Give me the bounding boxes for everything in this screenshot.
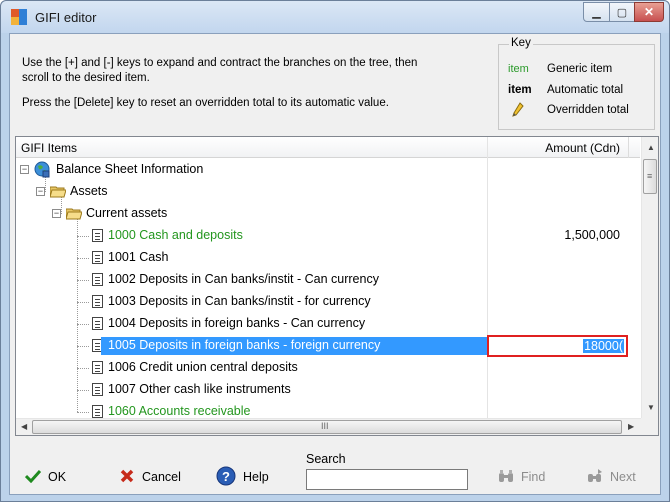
- title-bar: GIFI editor ▁ ▢ ✕: [1, 1, 669, 33]
- document-icon: [92, 361, 103, 374]
- key-label-automatic: Automatic total: [547, 84, 624, 96]
- find-next-icon: [586, 468, 604, 486]
- search-input[interactable]: [306, 469, 468, 490]
- tree-row[interactable]: 1060 Accounts receivable: [16, 401, 640, 419]
- next-label: Next: [610, 470, 636, 484]
- amount-edit-value: 18000(: [583, 339, 624, 353]
- tree-row[interactable]: 1001 Cash: [16, 247, 640, 269]
- document-icon: [92, 251, 103, 264]
- tree-row-label: Assets: [70, 184, 108, 198]
- find-label: Find: [521, 470, 546, 484]
- tree-row-label: 1003 Deposits in Can banks/instit - for …: [108, 294, 371, 308]
- minimize-icon: ▁: [592, 6, 601, 19]
- tree-row[interactable]: 1006 Credit union central deposits: [16, 357, 640, 379]
- scroll-right-icon[interactable]: ▶: [628, 422, 634, 431]
- scrollbar-corner: [641, 418, 658, 435]
- amount-edit-field[interactable]: 18000(: [487, 335, 628, 357]
- help-label: Help: [243, 470, 269, 484]
- tree-row[interactable]: 1002 Deposits in Can banks/instit - Can …: [16, 269, 640, 291]
- collapse-toggle[interactable]: −: [52, 209, 61, 218]
- tree-row-label: 1004 Deposits in foreign banks - Can cur…: [108, 316, 366, 330]
- scroll-grip: III: [321, 421, 329, 431]
- tree-row-selected[interactable]: 1005 Deposits in foreign banks - foreign…: [16, 335, 640, 357]
- tree-row-label: 1006 Credit union central deposits: [108, 360, 298, 374]
- svg-text:?: ?: [222, 469, 230, 484]
- document-icon: [92, 317, 103, 330]
- instruction-line-1: Use the [+] and [-] keys to expand and c…: [22, 57, 418, 69]
- instruction-line-3: Press the [Delete] key to reset an overr…: [22, 97, 389, 109]
- tree-row[interactable]: 1007 Other cash like instruments: [16, 379, 640, 401]
- column-header-amount[interactable]: Amount (Cdn): [545, 141, 620, 155]
- ok-label: OK: [48, 470, 67, 484]
- close-button[interactable]: ✕: [634, 2, 664, 22]
- instruction-line-2: scroll to the desired item.: [22, 72, 150, 84]
- globe-icon: [34, 161, 50, 178]
- tree-row[interactable]: 1000 Cash and deposits 1,500,000: [16, 225, 640, 247]
- tree-row-label: Current assets: [86, 206, 168, 220]
- help-button[interactable]: ? Help: [215, 466, 269, 488]
- tree-row-label: 1007 Other cash like instruments: [108, 382, 291, 396]
- amount-value[interactable]: 1,500,000: [564, 228, 620, 242]
- vertical-scrollbar[interactable]: ▲ ≡ ▼: [641, 137, 658, 418]
- minimize-button[interactable]: ▁: [583, 2, 610, 22]
- folder-open-icon: [50, 186, 66, 198]
- document-icon: [92, 383, 103, 396]
- collapse-toggle[interactable]: −: [36, 187, 45, 196]
- search-label: Search: [306, 452, 346, 466]
- tree-row-label: 1060 Accounts receivable: [108, 404, 251, 418]
- tree-row[interactable]: 1003 Deposits in Can banks/instit - for …: [16, 291, 640, 313]
- help-icon: ?: [215, 466, 237, 489]
- dialog-body: Use the [+] and [-] keys to expand and c…: [9, 33, 661, 495]
- scroll-up-icon[interactable]: ▲: [647, 143, 655, 152]
- cancel-button[interactable]: Cancel: [118, 466, 181, 488]
- vertical-scroll-thumb[interactable]: ≡: [643, 159, 657, 194]
- folder-open-icon: [66, 208, 82, 220]
- document-icon: [92, 405, 103, 418]
- app-icon: [11, 9, 27, 25]
- maximize-button[interactable]: ▢: [609, 2, 635, 22]
- next-button[interactable]: Next: [586, 466, 636, 488]
- tree-row[interactable]: − Balance Sheet Information: [16, 159, 640, 181]
- cancel-label: Cancel: [142, 470, 181, 484]
- grid-header: GIFI Items Amount (Cdn): [16, 137, 640, 158]
- tree-row[interactable]: − Current assets: [16, 203, 640, 225]
- document-icon: [92, 295, 103, 308]
- find-button[interactable]: Find: [497, 466, 545, 488]
- key-symbol-generic: item: [508, 63, 529, 75]
- instructions: Use the [+] and [-] keys to expand and c…: [22, 56, 492, 86]
- collapse-toggle[interactable]: −: [20, 165, 29, 174]
- grid-rows: − Balance Sheet Information − Assets − C…: [16, 159, 640, 419]
- tree-row[interactable]: − Assets: [16, 181, 640, 203]
- tree-row-label: Balance Sheet Information: [56, 162, 204, 176]
- maximize-icon: ▢: [616, 6, 628, 19]
- scroll-left-icon[interactable]: ◀: [21, 422, 27, 431]
- document-icon: [92, 229, 103, 242]
- checkmark-icon: [24, 469, 42, 486]
- horizontal-scroll-thumb[interactable]: III: [32, 420, 622, 434]
- key-legend-box: Key item Generic item item Automatic tot…: [498, 37, 655, 130]
- tree-row-label: 1001 Cash: [108, 250, 169, 264]
- key-legend-title: Key: [509, 37, 533, 49]
- gifi-editor-window: GIFI editor ▁ ▢ ✕ Use the [+] and [-] ke…: [0, 0, 670, 502]
- window-title: GIFI editor: [35, 10, 97, 25]
- close-icon: ✕: [643, 5, 655, 19]
- document-icon: [92, 273, 103, 286]
- ok-button[interactable]: OK: [24, 466, 66, 488]
- tree-row-label: 1002 Deposits in Can banks/instit - Can …: [108, 272, 379, 286]
- column-header-items[interactable]: GIFI Items: [21, 141, 77, 155]
- tree-row-label: 1000 Cash and deposits: [108, 228, 243, 242]
- tree-row[interactable]: 1004 Deposits in foreign banks - Can cur…: [16, 313, 640, 335]
- key-symbol-automatic: item: [508, 84, 532, 96]
- x-icon: [118, 469, 136, 486]
- gifi-tree-grid[interactable]: GIFI Items Amount (Cdn) − Balance Sheet …: [15, 136, 659, 436]
- bottom-toolbar: OK Cancel ? Help Search Find Next: [10, 442, 660, 496]
- binoculars-icon: [497, 469, 515, 486]
- key-label-generic: Generic item: [547, 63, 613, 75]
- tree-row-label: 1005 Deposits in foreign banks - foreign…: [108, 338, 381, 352]
- scroll-down-icon[interactable]: ▼: [647, 403, 655, 412]
- key-label-overridden: Overridden total: [547, 104, 629, 116]
- horizontal-scrollbar[interactable]: ◀ III ▶: [16, 418, 641, 435]
